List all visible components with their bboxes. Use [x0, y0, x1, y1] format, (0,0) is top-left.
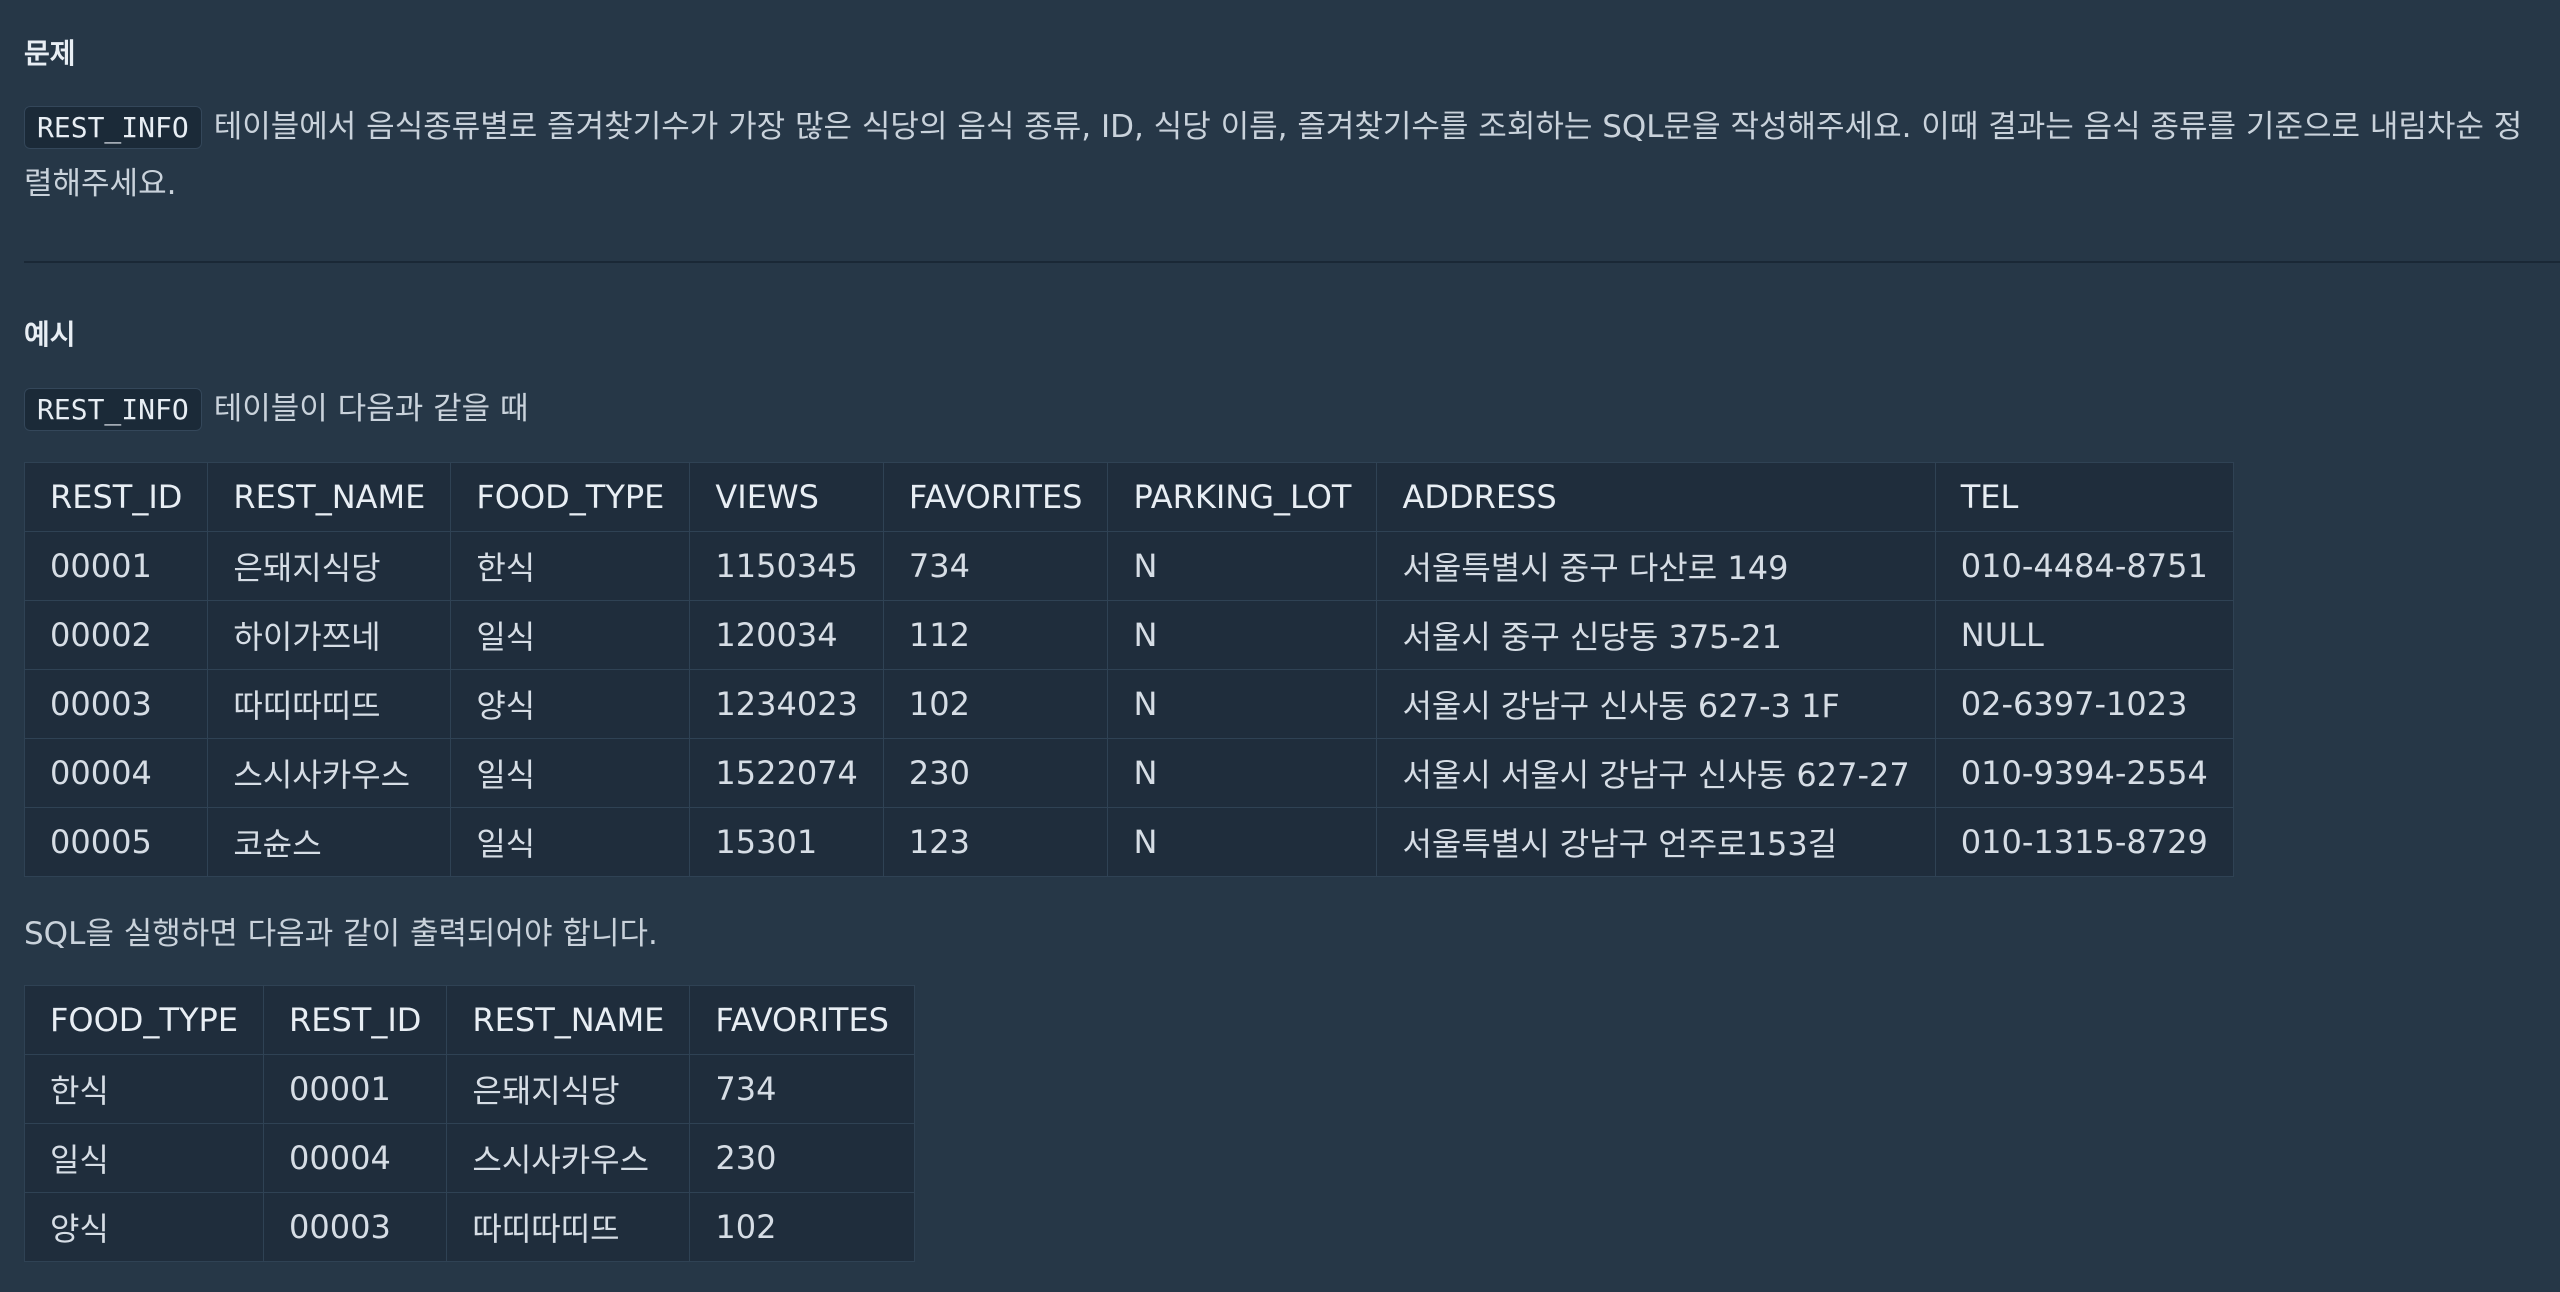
- table-cell: 한식: [450, 531, 691, 601]
- column-header: PARKING_LOT: [1107, 462, 1378, 532]
- table-cell: 120034: [689, 600, 884, 670]
- table-cell: 15301: [689, 807, 884, 877]
- table-cell: N: [1107, 600, 1378, 670]
- table-cell: N: [1107, 531, 1378, 601]
- column-header: REST_ID: [23, 462, 209, 532]
- table-cell: 따띠따띠뜨: [207, 669, 452, 739]
- example-title: 예시: [24, 318, 76, 351]
- table-cell: 일식: [23, 1123, 265, 1193]
- table-cell: 00003: [23, 669, 209, 739]
- table-cell: 230: [689, 1123, 915, 1193]
- table-cell: 02-6397-1023: [1934, 669, 2234, 739]
- table-cell: N: [1107, 738, 1378, 808]
- table-cell: 00003: [263, 1192, 448, 1262]
- table-cell: 따띠따띠뜨: [446, 1192, 691, 1262]
- table-cell: 하이가쯔네: [207, 600, 452, 670]
- table-cell: 양식: [23, 1192, 265, 1262]
- result-table: FOOD_TYPE REST_ID REST_NAME FAVORITES 한식…: [23, 985, 915, 1262]
- problem-title: 문제: [24, 37, 76, 70]
- table-cell: 1234023: [689, 669, 884, 739]
- column-header: FAVORITES: [882, 462, 1109, 532]
- column-header: REST_NAME: [207, 462, 452, 532]
- table-cell: 서울특별시 강남구 언주로153길: [1376, 807, 1936, 877]
- table-cell: 102: [689, 1192, 915, 1262]
- table-cell: 양식: [450, 669, 691, 739]
- problem-description: REST_INFO 테이블에서 음식종류별로 즐겨찾기수가 가장 많은 식당의 음…: [24, 99, 2540, 212]
- column-header: FOOD_TYPE: [23, 985, 265, 1055]
- column-header: FOOD_TYPE: [450, 462, 691, 532]
- table-cell: 코슌스: [207, 807, 452, 877]
- divider: [24, 261, 2560, 263]
- table-cell: 010-9394-2554: [1934, 738, 2234, 808]
- rest-info-table: REST_ID REST_NAME FOOD_TYPE VIEWS FAVORI…: [23, 462, 2234, 877]
- table-cell: 00005: [23, 807, 209, 877]
- table-cell: 일식: [450, 600, 691, 670]
- column-header: REST_NAME: [446, 985, 691, 1055]
- table-cell: 은돼지식당: [446, 1054, 691, 1124]
- table-cell: 112: [882, 600, 1109, 670]
- table-cell: 1150345: [689, 531, 884, 601]
- table-cell: 스시사카우스: [207, 738, 452, 808]
- table-cell: 010-1315-8729: [1934, 807, 2234, 877]
- table-cell: 102: [882, 669, 1109, 739]
- table-row: 한식 00001 은돼지식당 734: [23, 1054, 915, 1124]
- table-cell: 00004: [23, 738, 209, 808]
- table-cell: N: [1107, 669, 1378, 739]
- table-cell: 00001: [23, 531, 209, 601]
- column-header: FAVORITES: [689, 985, 915, 1055]
- table-name-code: REST_INFO: [24, 106, 202, 149]
- example-table-name-code: REST_INFO: [24, 388, 202, 431]
- column-header: REST_ID: [263, 985, 448, 1055]
- table-cell: 1522074: [689, 738, 884, 808]
- table-row: 양식 00003 따띠따띠뜨 102: [23, 1192, 915, 1262]
- table-cell: 734: [689, 1054, 915, 1124]
- table-cell: 734: [882, 531, 1109, 601]
- problem-page: 문제 REST_INFO 테이블에서 음식종류별로 즐겨찾기수가 가장 많은 식당…: [0, 0, 2560, 1292]
- table-cell: 00002: [23, 600, 209, 670]
- table-cell: 스시사카우스: [446, 1123, 691, 1193]
- result-intro: SQL을 실행하면 다음과 같이 출력되어야 합니다.: [24, 916, 658, 952]
- table-row: 00001 은돼지식당 한식 1150345 734 N 서울특별시 중구 다산…: [23, 531, 2234, 601]
- table-row: 일식 00004 스시사카우스 230: [23, 1123, 915, 1193]
- example-intro-text: 테이블이 다음과 같을 때: [213, 391, 529, 427]
- table-cell: 일식: [450, 807, 691, 877]
- table-cell: 서울시 서울시 강남구 신사동 627-27: [1376, 738, 1936, 808]
- table-cell: 230: [882, 738, 1109, 808]
- table-header-row: FOOD_TYPE REST_ID REST_NAME FAVORITES: [23, 985, 915, 1055]
- table-row: 00005 코슌스 일식 15301 123 N 서울특별시 강남구 언주로15…: [23, 807, 2234, 877]
- table-row: 00002 하이가쯔네 일식 120034 112 N 서울시 중구 신당동 3…: [23, 600, 2234, 670]
- table-cell: 서울시 중구 신당동 375-21: [1376, 600, 1936, 670]
- table-cell: NULL: [1934, 600, 2234, 670]
- table-cell: 일식: [450, 738, 691, 808]
- column-header: ADDRESS: [1376, 462, 1936, 532]
- table-cell: 서울특별시 중구 다산로 149: [1376, 531, 1936, 601]
- column-header: TEL: [1934, 462, 2234, 532]
- table-cell: 010-4484-8751: [1934, 531, 2234, 601]
- table-row: 00003 따띠따띠뜨 양식 1234023 102 N 서울시 강남구 신사동…: [23, 669, 2234, 739]
- table-cell: 서울시 강남구 신사동 627-3 1F: [1376, 669, 1936, 739]
- example-intro: REST_INFO 테이블이 다음과 같을 때: [24, 381, 2540, 438]
- table-cell: 00004: [263, 1123, 448, 1193]
- table-row: 00004 스시사카우스 일식 1522074 230 N 서울시 서울시 강남…: [23, 738, 2234, 808]
- table-cell: N: [1107, 807, 1378, 877]
- table-header-row: REST_ID REST_NAME FOOD_TYPE VIEWS FAVORI…: [23, 462, 2234, 532]
- table-cell: 00001: [263, 1054, 448, 1124]
- problem-text: 테이블에서 음식종류별로 즐겨찾기수가 가장 많은 식당의 음식 종류, ID,…: [24, 109, 2523, 202]
- table-cell: 123: [882, 807, 1109, 877]
- table-cell: 한식: [23, 1054, 265, 1124]
- column-header: VIEWS: [689, 462, 884, 532]
- table-cell: 은돼지식당: [207, 531, 452, 601]
